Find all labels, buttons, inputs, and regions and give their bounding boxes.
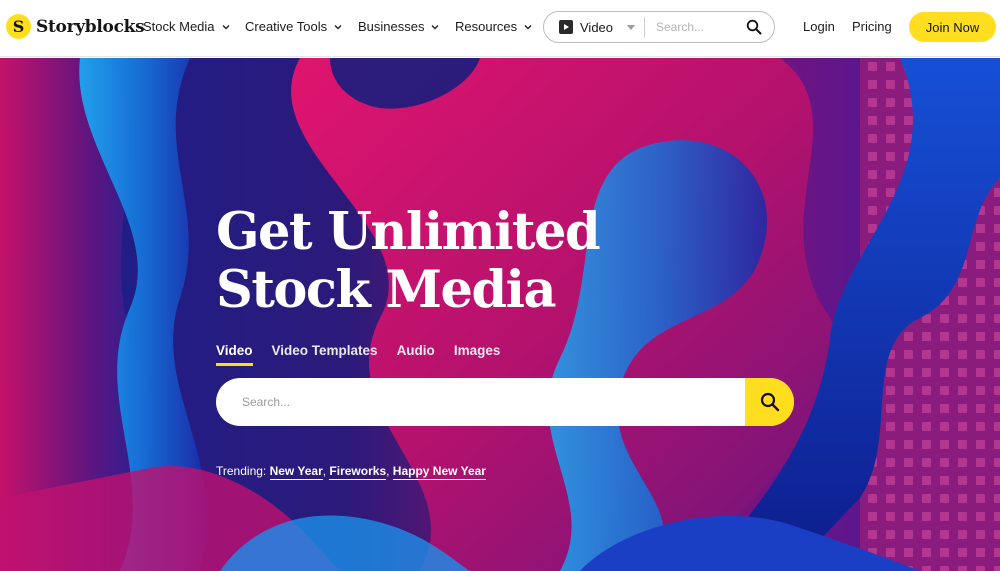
nav-menu-label: Stock Media: [143, 19, 215, 34]
hero-search-input[interactable]: [216, 378, 744, 426]
nav-menu-label: Creative Tools: [245, 19, 328, 34]
hero-search-button[interactable]: [745, 378, 794, 426]
hero-section: Get Unlimited Stock Media Video Video Te…: [0, 58, 1000, 571]
trending-searches: Trending: New Year, Fireworks, Happy New…: [216, 464, 486, 480]
tab-video-templates[interactable]: Video Templates: [272, 343, 378, 366]
nav-search-input[interactable]: [656, 20, 748, 34]
chevron-down-icon: [222, 24, 230, 29]
hero-headline: Get Unlimited Stock Media: [216, 202, 601, 320]
hero-headline-line: Get Unlimited: [216, 202, 601, 262]
logo-mark-icon: S: [6, 14, 31, 39]
trending-label: Trending:: [216, 464, 267, 478]
nav-menu-businesses[interactable]: Businesses: [358, 19, 440, 34]
tab-audio[interactable]: Audio: [397, 343, 435, 366]
nav-menu-label: Businesses: [358, 19, 425, 34]
chevron-down-icon: [524, 24, 532, 29]
join-now-button[interactable]: Join Now: [909, 12, 996, 42]
storyblocks-logo[interactable]: S Storyblocks: [6, 14, 145, 39]
nav-menu-label: Resources: [455, 19, 518, 34]
nav-search-bar: Video: [543, 11, 775, 43]
login-link[interactable]: Login: [803, 19, 835, 34]
nav-menu-creative-tools[interactable]: Creative Tools: [245, 19, 343, 34]
chevron-down-icon: [334, 24, 342, 29]
trending-link[interactable]: New Year: [269, 464, 323, 480]
play-icon: [559, 20, 573, 34]
logo-wordmark: Storyblocks: [36, 16, 145, 37]
divider: [644, 17, 645, 37]
hero-search-bar: [216, 378, 794, 426]
pricing-link[interactable]: Pricing: [852, 19, 892, 34]
tab-images[interactable]: Images: [454, 343, 501, 366]
caret-down-icon: [627, 24, 636, 30]
chevron-down-icon: [431, 24, 439, 29]
tab-video[interactable]: Video: [216, 343, 253, 366]
search-icon[interactable]: [746, 19, 762, 35]
media-type-select[interactable]: Video: [559, 20, 639, 35]
top-navbar: S Storyblocks Stock Media Creative Tools…: [0, 0, 1000, 57]
trending-link[interactable]: Happy New Year: [392, 464, 486, 480]
hero-headline-line: Stock Media: [216, 260, 557, 320]
media-tabs: Video Video Templates Audio Images: [216, 343, 519, 366]
nav-menu-resources[interactable]: Resources: [455, 19, 533, 34]
search-icon: [760, 392, 779, 412]
trending-link[interactable]: Fireworks: [329, 464, 387, 480]
media-type-label: Video: [580, 19, 614, 35]
nav-menu-stock-media[interactable]: Stock Media: [143, 19, 231, 34]
